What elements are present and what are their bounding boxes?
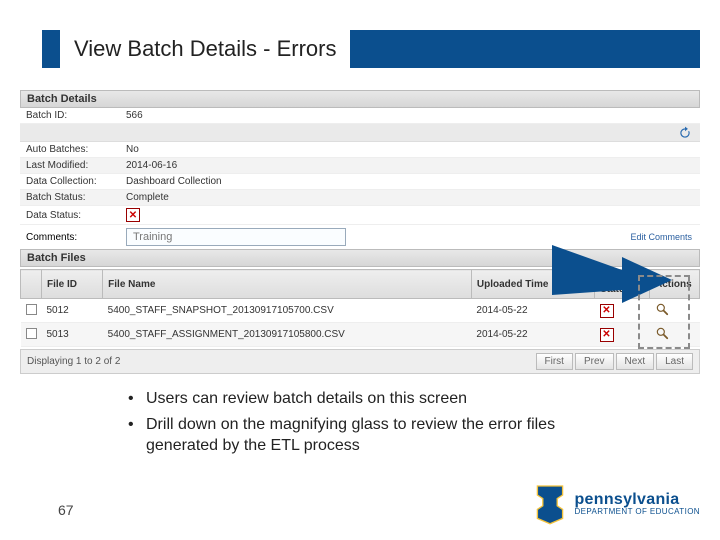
file-name-cell: 5400_STAFF_SNAPSHOT_20130917105700.CSV <box>103 299 472 323</box>
bullet-item: Users can review batch details on this s… <box>128 388 630 410</box>
batch-id-value: 566 <box>126 110 143 121</box>
comments-label: Comments: <box>26 232 116 243</box>
batch-details-heading: Batch Details <box>20 90 700 108</box>
edit-comments-link[interactable]: Edit Comments <box>630 232 692 242</box>
file-id-cell: 5013 <box>42 323 103 347</box>
page-number: 67 <box>58 502 74 518</box>
error-status-icon: ✕ <box>600 328 614 342</box>
uploaded-time-cell: 2014-05-22 <box>471 299 594 323</box>
pager-summary: Displaying 1 to 2 of 2 <box>27 356 120 367</box>
logo-text-line1: pennsylvania <box>574 492 700 508</box>
pa-doe-logo: pennsylvania DEPARTMENT OF EDUCATION <box>532 482 700 526</box>
row-checkbox[interactable] <box>26 304 37 315</box>
batch-status-label: Batch Status: <box>26 192 116 203</box>
row-checkbox[interactable] <box>26 328 37 339</box>
title-bar: View Batch Details - Errors <box>42 30 700 68</box>
batch-status-value: Complete <box>126 192 169 203</box>
error-status-icon: ✕ <box>600 304 614 318</box>
data-collection-label: Data Collection: <box>26 176 116 187</box>
magnifying-glass-icon[interactable] <box>655 326 669 343</box>
batch-files-table: File ID File Name Uploaded Time Data Sta… <box>20 269 700 347</box>
pager-prev-button[interactable]: Prev <box>575 353 614 370</box>
table-row: 5013 5400_STAFF_ASSIGNMENT_2013091710580… <box>21 323 700 347</box>
bullet-list: Users can review batch details on this s… <box>128 388 630 461</box>
col-uploaded-time[interactable]: Uploaded Time <box>471 270 594 299</box>
col-data-status[interactable]: Data Status <box>595 270 650 299</box>
batch-files-heading: Batch Files <box>20 249 700 267</box>
batch-id-label: Batch ID: <box>26 110 116 121</box>
refresh-icon[interactable] <box>678 126 692 145</box>
last-modified-value: 2014-06-16 <box>126 160 177 171</box>
col-file-id[interactable]: File ID <box>42 270 103 299</box>
slide-title: View Batch Details - Errors <box>60 30 350 68</box>
last-modified-label: Last Modified: <box>26 160 116 171</box>
file-id-cell: 5012 <box>42 299 103 323</box>
logo-text-line2: DEPARTMENT OF EDUCATION <box>574 508 700 516</box>
pager-next-button[interactable]: Next <box>616 353 655 370</box>
table-row: 5012 5400_STAFF_SNAPSHOT_20130917105700.… <box>21 299 700 323</box>
pager: Displaying 1 to 2 of 2 First Prev Next L… <box>20 349 700 374</box>
col-actions: Actions <box>650 270 700 299</box>
data-status-label: Data Status: <box>26 210 116 221</box>
magnifying-glass-icon[interactable] <box>655 302 669 319</box>
col-file-name[interactable]: File Name <box>103 270 472 299</box>
file-name-cell: 5400_STAFF_ASSIGNMENT_20130917105800.CSV <box>103 323 472 347</box>
data-collection-value: Dashboard Collection <box>126 176 222 187</box>
auto-batches-label: Auto Batches: <box>26 144 116 155</box>
pager-last-button[interactable]: Last <box>656 353 693 370</box>
uploaded-time-cell: 2014-05-22 <box>471 323 594 347</box>
auto-batches-value: No <box>126 144 139 155</box>
comments-field[interactable]: Training <box>126 228 346 246</box>
bullet-item: Drill down on the magnifying glass to re… <box>128 414 630 457</box>
error-status-icon: ✕ <box>126 208 140 222</box>
pager-first-button[interactable]: First <box>536 353 573 370</box>
batch-details-screenshot: Batch Details Batch ID: 566 Auto Batches… <box>20 90 700 360</box>
keystone-icon <box>532 482 568 526</box>
